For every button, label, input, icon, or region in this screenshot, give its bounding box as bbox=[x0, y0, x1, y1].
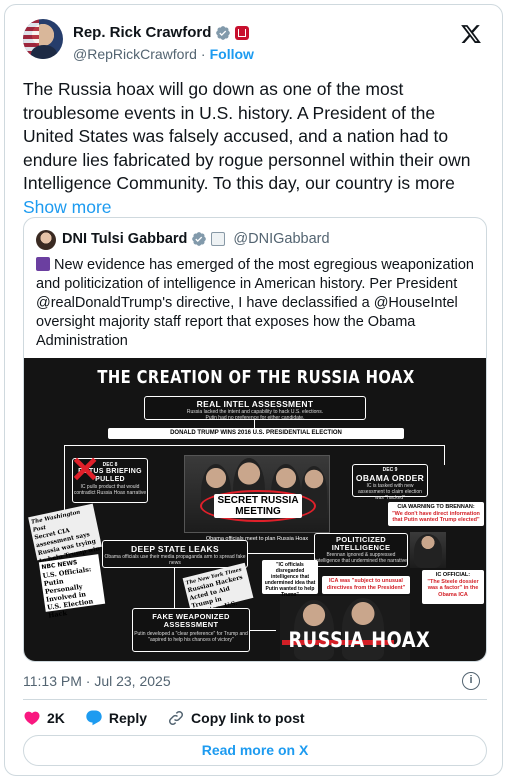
x-logo-icon[interactable] bbox=[460, 23, 482, 45]
russia-hoax-label: RUSSIA HOAX bbox=[288, 628, 431, 652]
fake-assessment-title: FAKE WEAPONIZED ASSESSMENT bbox=[152, 612, 230, 629]
divider bbox=[23, 699, 487, 700]
read-more-button[interactable]: Read more on X bbox=[23, 735, 487, 766]
connector bbox=[174, 568, 175, 608]
author-name[interactable]: Rep. Rick Crawford bbox=[73, 24, 211, 41]
quote-author-name: DNI Tulsi Gabbard bbox=[62, 231, 188, 247]
secret-meeting-label: SECRET RUSSIA MEETING bbox=[214, 494, 302, 518]
politicized-intel-box: POLITICIZED INTELLIGENCE Brennan ignored… bbox=[314, 533, 408, 567]
quote-verified-badge-icon bbox=[192, 232, 207, 246]
copy-link-button[interactable]: Copy link to post bbox=[167, 709, 305, 727]
tweet-text: The Russia hoax will go down as one of t… bbox=[23, 78, 487, 219]
fake-assessment-sub: Putin developed a "clear preference" for… bbox=[134, 631, 248, 643]
infographic-title: THE CREATION OF THE RUSSIA HOAX bbox=[97, 367, 415, 388]
reply-button[interactable]: Reply bbox=[85, 709, 147, 727]
connector bbox=[64, 445, 444, 446]
quote-text: New evidence has emerged of the most egr… bbox=[36, 256, 480, 351]
cia-warning-quote: "We don't have direct information that P… bbox=[392, 510, 480, 524]
author-avatar[interactable] bbox=[23, 19, 63, 59]
cia-warning-title: CIA WARNING TO BRENNAN: bbox=[397, 504, 475, 510]
obama-order-title: OBAMA ORDER bbox=[355, 473, 425, 483]
obama-order-box: DEC 9 OBAMA ORDER IC is tasked with new … bbox=[352, 464, 428, 501]
quote-author-avatar bbox=[36, 230, 56, 250]
quote-author-handle: @DNIGabbard bbox=[233, 231, 330, 247]
infographic-image[interactable]: THE CREATION OF THE RUSSIA HOAX REAL INT… bbox=[24, 358, 486, 661]
cia-warning-box: CIA WARNING TO BRENNAN: "We don't have d… bbox=[388, 502, 484, 526]
like-button[interactable]: 2K bbox=[23, 709, 65, 727]
info-icon[interactable]: i bbox=[462, 672, 480, 690]
real-intel-sub2: Putin had no preference for either candi… bbox=[205, 415, 305, 421]
real-intel-title: REAL INTEL ASSESSMENT bbox=[196, 399, 314, 409]
reply-bubble-icon bbox=[86, 710, 102, 726]
quote-body: New evidence has emerged of the most egr… bbox=[36, 257, 474, 349]
tweet-card: Rep. Rick Crawford @RepRickCrawford · Fo… bbox=[4, 4, 503, 776]
action-bar: 2K Reply Copy link to post bbox=[23, 709, 325, 727]
author-name-row: Rep. Rick Crawford bbox=[73, 24, 250, 41]
like-count: 2K bbox=[47, 710, 65, 726]
connector bbox=[250, 630, 276, 631]
trump-wins-banner: DONALD TRUMP WINS 2016 U.S. PRESIDENTIAL… bbox=[108, 428, 404, 439]
author-handle[interactable]: @RepRickCrawford bbox=[73, 46, 197, 62]
person-silhouette bbox=[414, 534, 442, 568]
government-seal-icon bbox=[211, 232, 226, 246]
link-icon bbox=[169, 710, 184, 726]
nbc-headline: U.S. Officials: Putin Personally Involve… bbox=[42, 565, 94, 620]
washington-post-clipping: The Washington Post Secret CIA assessmen… bbox=[28, 503, 102, 573]
secret-meeting-line2: MEETING bbox=[235, 506, 281, 517]
obama-order-sub: IC is tasked with new assessment to clai… bbox=[358, 483, 422, 501]
quote-name-row: DNI Tulsi Gabbard @DNIGabbard bbox=[62, 231, 330, 247]
brennan-photo bbox=[410, 532, 446, 568]
connector bbox=[444, 445, 445, 465]
nbc-news-clipping: NBC NEWS U.S. Officials: Putin Personall… bbox=[38, 554, 106, 620]
deep-state-sub: Obama officials use their media propagan… bbox=[104, 554, 246, 566]
show-more-link[interactable]: Show more bbox=[23, 197, 112, 217]
follow-button[interactable]: Follow bbox=[210, 46, 254, 62]
politicized-sub: Brennan ignored & suppressed intelligenc… bbox=[315, 552, 407, 564]
reply-label: Reply bbox=[108, 710, 148, 726]
deep-state-leaks-box: DEEP STATE LEAKS Obama officials use the… bbox=[102, 540, 248, 568]
scroll-emoji-icon bbox=[36, 257, 50, 271]
red-x-mark: ✕ bbox=[70, 449, 101, 490]
heart-icon bbox=[24, 711, 40, 725]
real-intel-box: REAL INTEL ASSESSMENT Russia lacked the … bbox=[144, 396, 366, 421]
fake-assessment-box: FAKE WEAPONIZED ASSESSMENT Putin develop… bbox=[132, 608, 250, 652]
avatar-suit bbox=[31, 45, 57, 59]
post-timestamp[interactable]: 11:13 PM · Jul 23, 2025 bbox=[23, 673, 171, 689]
connector bbox=[248, 553, 314, 554]
tweet-body: The Russia hoax will go down as one of t… bbox=[23, 79, 471, 193]
ic-official-text: "The Steele dossier was a factor" in the… bbox=[427, 578, 479, 598]
deep-state-title: DEEP STATE LEAKS bbox=[131, 544, 219, 554]
politicized-title: POLITICIZED INTELLIGENCE bbox=[331, 535, 391, 552]
committee-badge-icon bbox=[235, 25, 250, 40]
ic-disregarded-note: "IC officials disregarded intelligence t… bbox=[262, 560, 318, 598]
copy-link-label: Copy link to post bbox=[191, 710, 305, 726]
quoted-post[interactable]: DNI Tulsi Gabbard @DNIGabbard New eviden… bbox=[23, 217, 487, 662]
ic-official-note: IC OFFICIAL: "The Steele dossier was a f… bbox=[422, 570, 484, 604]
secret-meeting-line1: SECRET RUSSIA bbox=[217, 495, 299, 506]
verified-badge-icon bbox=[216, 25, 231, 40]
handle-separator: · bbox=[200, 46, 206, 62]
new-york-times-clipping: The New York Times Russian Hackers Acted… bbox=[182, 562, 254, 625]
author-handle-row: @RepRickCrawford · Follow bbox=[73, 46, 254, 62]
ica-directives-note: ICA was "subject to unusual directives f… bbox=[322, 576, 410, 594]
